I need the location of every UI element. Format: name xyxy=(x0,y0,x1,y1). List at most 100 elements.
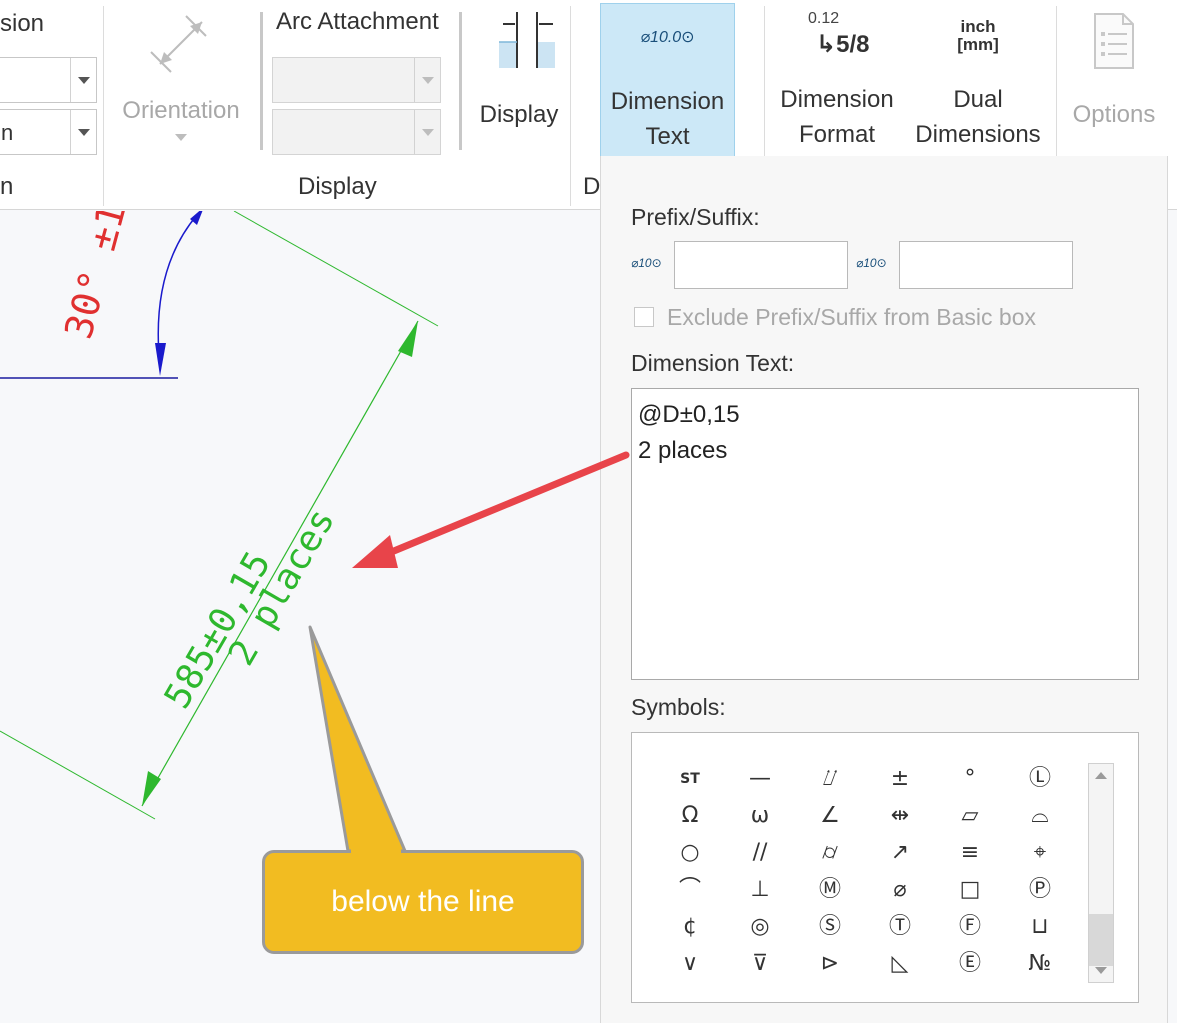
partial-combo-1[interactable] xyxy=(0,57,97,103)
chevron-down-icon xyxy=(175,134,187,141)
arc-attachment-combo-2[interactable] xyxy=(272,109,441,155)
symbol-button[interactable]: Ⓕ xyxy=(948,911,992,943)
symbols-palette: ST — ⌰ ± ° Ⓛ Ωω ∠ ⇹ ▱ ⌓ ○ // ⌭ ↗ ≡ ⌖ ⌒ ⊥ Ⓜ ⌀ □ Ⓟ ¢ ◎ Ⓢ Ⓣ Ⓕ ⊔ ∨ ⊽ ⊳ ◺ Ⓔ № xyxy=(631,732,1139,1003)
group-divider xyxy=(764,6,765,156)
symbol-button[interactable]: Ⓢ xyxy=(808,911,852,943)
exclude-prefix-suffix-checkbox[interactable] xyxy=(634,307,654,327)
symbol-button[interactable]: ◺ xyxy=(878,948,922,980)
prefix-suffix-label: Prefix/Suffix: xyxy=(631,204,760,230)
options-label: Options xyxy=(1072,101,1156,128)
symbol-button[interactable]: Ω xyxy=(668,800,712,832)
symbol-button[interactable]: ⌭ xyxy=(808,837,852,869)
symbol-button[interactable]: ⌒ xyxy=(668,874,712,906)
symbol-button[interactable]: ¢ xyxy=(668,911,712,943)
orientation-icon xyxy=(150,15,207,73)
dual-icon-top: inch xyxy=(960,17,996,36)
dual-dimensions-icon: inch [mm] xyxy=(906,8,1050,72)
symbol-button[interactable]: Ⓣ xyxy=(878,911,922,943)
partial-group-label: sion xyxy=(0,10,45,37)
dimension-text-panel: Prefix/Suffix: ⌀10⊙ ⌀10⊙ Exclude Prefix/… xyxy=(600,156,1168,1023)
symbol-button[interactable]: ⌖ xyxy=(1018,837,1062,869)
dimension-text-button[interactable]: ⌀10.0⊙ Dimension Text xyxy=(600,3,735,157)
symbol-button[interactable]: Ⓟ xyxy=(1018,874,1062,906)
group-divider xyxy=(103,6,104,206)
symbol-button[interactable]: ⊥ xyxy=(738,874,782,906)
suffix-icon: ⌀10⊙ xyxy=(856,256,887,270)
dimension-format-icon-bottom: ↳5/8 xyxy=(816,31,870,58)
group-divider xyxy=(570,6,571,206)
symbols-scrollbar[interactable] xyxy=(1088,763,1114,983)
dual-dimensions-button[interactable]: inch [mm] Dual Dimensions xyxy=(906,8,1050,158)
arrow-head xyxy=(398,321,418,357)
extension-line xyxy=(0,730,156,820)
symbol-button[interactable]: ° xyxy=(948,763,992,795)
symbol-button[interactable]: ⊳ xyxy=(808,948,852,980)
symbol-button[interactable]: ∨ xyxy=(668,948,712,980)
symbol-button[interactable]: № xyxy=(1018,948,1062,980)
callout-seam xyxy=(351,848,401,856)
callout-text: below the line xyxy=(331,885,515,918)
symbol-button[interactable]: ST xyxy=(668,763,712,795)
partial-group-label-2: D xyxy=(583,173,601,200)
symbol-button[interactable]: Ⓛ xyxy=(1018,763,1062,795)
display-button[interactable]: Display xyxy=(472,8,566,158)
partial-group-name: n xyxy=(0,173,14,200)
orientation-label: Orientation xyxy=(122,97,240,124)
prefix-icon: ⌀10⊙ xyxy=(631,256,662,270)
chevron-down-icon[interactable] xyxy=(414,58,440,102)
document-list-icon xyxy=(1094,13,1134,69)
chevron-down-icon[interactable] xyxy=(70,58,96,102)
dual-dimensions-label-2: Dimensions xyxy=(915,121,1041,148)
arrow-head xyxy=(142,771,161,806)
dimension-text-area[interactable]: @D±0,15 2 places xyxy=(631,388,1139,680)
chevron-down-icon[interactable] xyxy=(70,110,96,154)
symbol-button[interactable]: □ xyxy=(948,874,992,906)
symbol-button[interactable]: ⊽ xyxy=(738,948,782,980)
dimension-format-button[interactable]: 0.12 ↳5/8 Dimension Format xyxy=(768,8,906,158)
symbol-button[interactable]: ◎ xyxy=(738,911,782,943)
dual-dimensions-label-1: Dual xyxy=(953,86,1003,113)
symbol-button[interactable]: — xyxy=(738,763,782,795)
dimension-text-line: 2 places xyxy=(638,437,728,464)
prefix-input[interactable] xyxy=(674,241,848,289)
partial-combo-value: n xyxy=(1,120,14,145)
symbol-button[interactable]: ω xyxy=(738,800,782,832)
dual-icon-bottom: [mm] xyxy=(957,35,999,54)
symbol-button[interactable]: Ⓔ xyxy=(948,948,992,980)
callout-box: below the line xyxy=(262,850,584,954)
symbol-button[interactable]: ⊔ xyxy=(1018,911,1062,943)
dimension-text-label: Dimension Text: xyxy=(631,350,795,376)
symbol-button[interactable]: ⌀ xyxy=(878,874,922,906)
scroll-thumb[interactable] xyxy=(1089,914,1113,966)
scroll-down-icon[interactable] xyxy=(1095,967,1107,974)
options-button[interactable]: Options xyxy=(1062,8,1166,158)
symbol-button[interactable]: ≡ xyxy=(948,837,992,869)
symbol-button[interactable]: ⇹ xyxy=(878,800,922,832)
symbol-button[interactable]: // xyxy=(738,837,782,869)
symbol-button[interactable]: ± xyxy=(878,763,922,795)
dimension-format-icon: 0.12 ↳5/8 xyxy=(768,8,906,72)
symbol-button[interactable]: Ⓜ xyxy=(808,874,852,906)
symbol-button[interactable]: ⌰ xyxy=(808,763,852,795)
arc-attachment-combo-1[interactable] xyxy=(272,57,441,103)
extension-line xyxy=(233,211,439,327)
symbol-button[interactable]: ∠ xyxy=(808,800,852,832)
symbol-button[interactable]: ⌓ xyxy=(1018,800,1062,832)
orientation-button[interactable]: Orientation xyxy=(110,8,252,158)
display-icon xyxy=(499,12,555,68)
arrow-head xyxy=(190,211,203,225)
dimension-format-label-2: Format xyxy=(798,121,875,148)
dimension-text-label-2: Text xyxy=(645,123,690,150)
angle-dimension-text: 30° ±10 xyxy=(56,211,140,343)
partial-combo-2[interactable]: n xyxy=(0,109,97,155)
dimension-text-label-1: Dimension xyxy=(610,88,725,115)
dimension-format-label-1: Dimension xyxy=(780,86,894,113)
symbols-label: Symbols: xyxy=(631,694,726,720)
scroll-up-icon[interactable] xyxy=(1095,772,1107,779)
group-divider xyxy=(260,12,263,150)
symbol-button[interactable]: ↗ xyxy=(878,837,922,869)
symbol-button[interactable]: ○ xyxy=(668,837,712,869)
symbol-button[interactable]: ▱ xyxy=(948,800,992,832)
chevron-down-icon[interactable] xyxy=(414,110,440,154)
suffix-input[interactable] xyxy=(899,241,1073,289)
